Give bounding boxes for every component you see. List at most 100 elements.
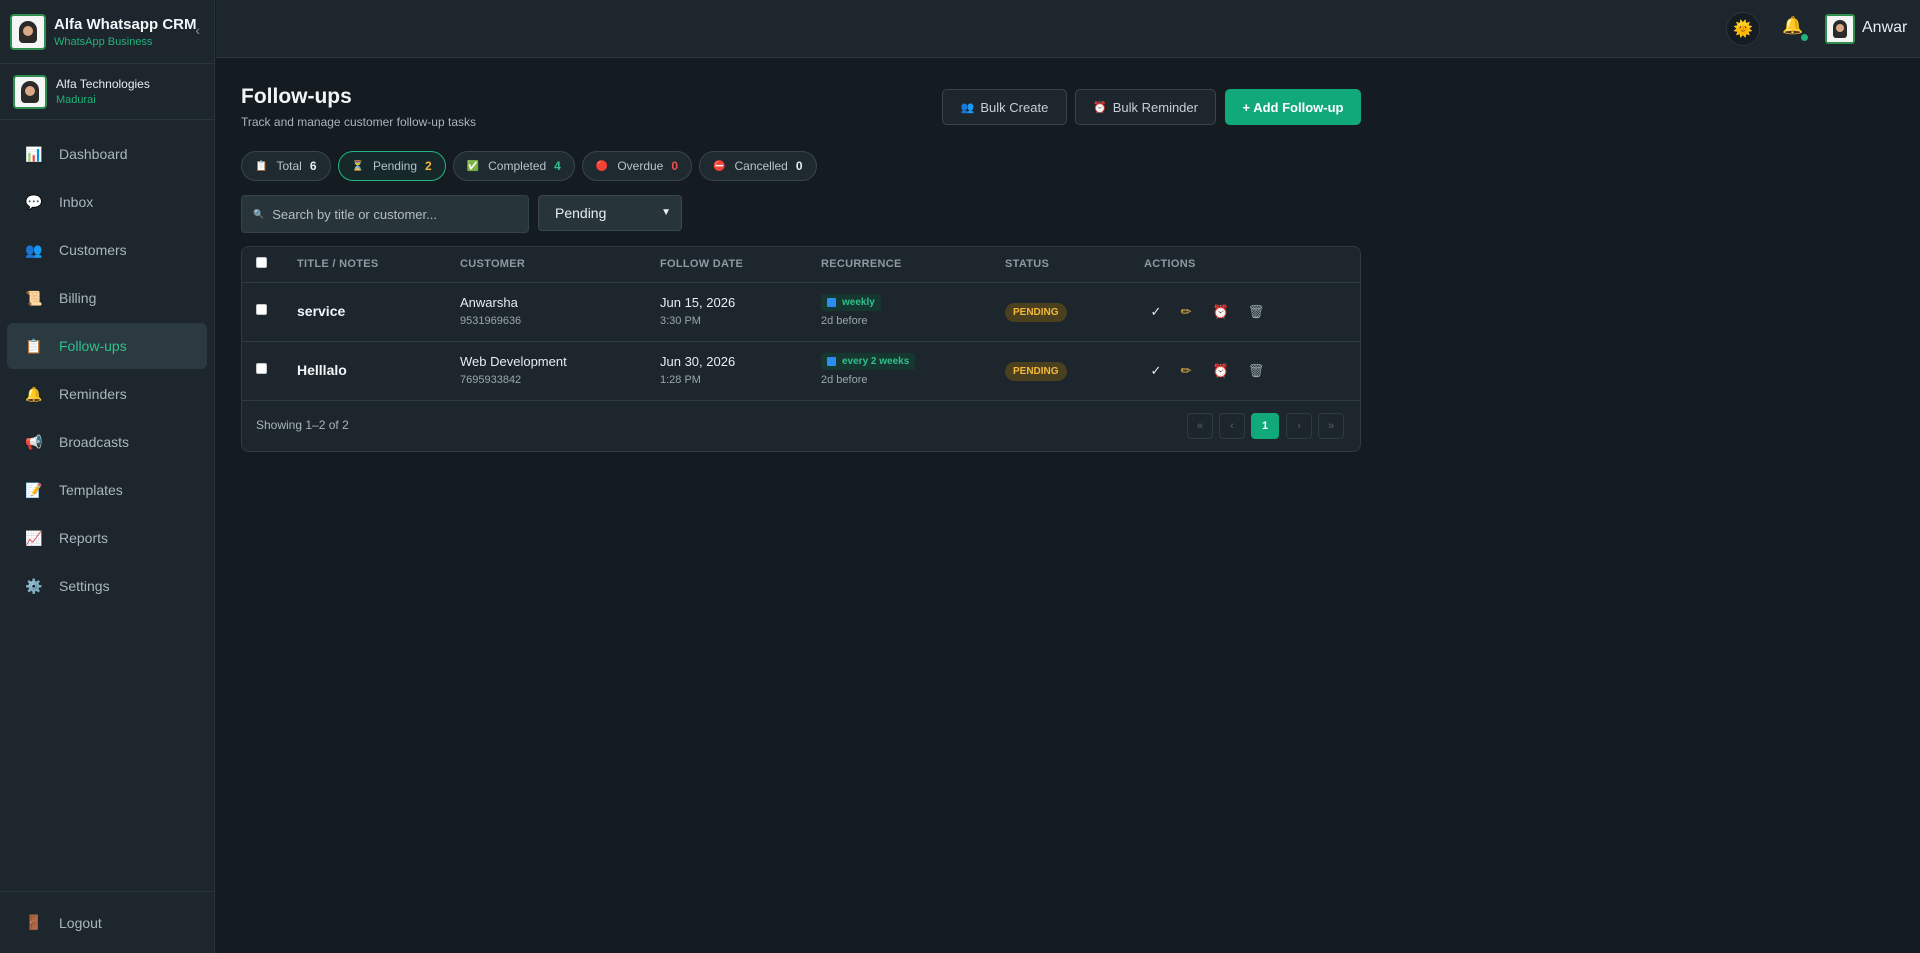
follow-ups-table: TITLE / NOTES CUSTOMER FOLLOW DATE RECUR… <box>241 246 1361 452</box>
recurrence-badge: weekly <box>821 294 881 311</box>
check-icon[interactable]: ✓ <box>1146 302 1166 322</box>
avatar[interactable] <box>1825 14 1855 44</box>
header-date: FOLLOW DATE <box>660 258 744 270</box>
add-follow-up-label: + Add Follow-up <box>1242 99 1344 115</box>
sidebar-item-settings[interactable]: ⚙️ Settings <box>7 563 207 609</box>
users-icon: 👥 <box>960 101 975 114</box>
add-follow-up-button[interactable]: + Add Follow-up <box>1225 89 1361 125</box>
org-logo <box>13 74 47 109</box>
table-row[interactable]: Helllalo Web Development 7695933842 Jun … <box>242 342 1360 401</box>
sidebar-item-label: Broadcasts <box>59 434 130 450</box>
sidebar-item-reports[interactable]: 📈 Reports <box>7 515 207 561</box>
row-checkbox[interactable] <box>256 363 267 374</box>
filter-completed[interactable]: ✅ Completed 4 <box>452 151 575 181</box>
notification-bell-icon[interactable]: 🔔 <box>1782 16 1803 36</box>
check-icon[interactable]: ✓ <box>1146 361 1166 381</box>
app-logo <box>10 13 46 50</box>
sidebar-item-dashboard[interactable]: 📊 Dashboard <box>7 131 207 177</box>
sun-icon: 🌞 <box>1733 21 1753 38</box>
gear-icon: ⚙️ <box>25 577 43 594</box>
filter-label: Completed <box>488 159 547 173</box>
pencil-icon[interactable]: ✏ <box>1176 361 1196 381</box>
filter-overdue[interactable]: 🔴 Overdue 0 <box>581 151 693 181</box>
theme-toggle-button[interactable]: 🌞 <box>1726 12 1760 46</box>
status-badge: PENDING <box>1005 362 1067 381</box>
alarm-clock-icon[interactable]: ⏰ <box>1211 302 1231 322</box>
sidebar-item-inbox[interactable]: 💬 Inbox <box>7 179 207 225</box>
row-title[interactable]: service <box>297 303 345 319</box>
app-title: Alfa Whatsapp CRM <box>54 15 197 33</box>
megaphone-icon: 📢 <box>25 433 43 450</box>
filter-label: Cancelled <box>734 159 788 173</box>
chart-up-icon: 📈 <box>25 529 43 546</box>
filter-label: Overdue <box>617 159 664 173</box>
header-recurrence: RECURRENCE <box>821 258 902 270</box>
filter-label: Pending <box>372 159 417 173</box>
filter-count: 6 <box>309 159 317 173</box>
app-subtitle: WhatsApp Business <box>54 35 153 48</box>
pencil-icon[interactable]: ✏ <box>1176 302 1196 322</box>
status-filter-pills: 📋 Total 6 ⏳ Pending 2 ✅ Completed 4 🔴 Ov… <box>241 151 824 181</box>
row-date: Jun 30, 2026 <box>660 354 736 369</box>
alarm-clock-icon: ⏰ <box>1093 101 1107 114</box>
row-title[interactable]: Helllalo <box>297 362 347 378</box>
sidebar-item-broadcasts[interactable]: 📢 Broadcasts <box>7 419 207 465</box>
org-location: Madurai <box>56 94 96 106</box>
row-phone: 9531969636 <box>460 315 522 327</box>
bulk-create-button[interactable]: 👥 Bulk Create <box>942 89 1067 125</box>
hourglass-icon: ⏳ <box>351 160 364 172</box>
table-header: TITLE / NOTES CUSTOMER FOLLOW DATE RECUR… <box>242 247 1360 283</box>
row-time: 1:28 PM <box>660 374 701 386</box>
page-button-1[interactable]: 1 <box>1251 413 1279 439</box>
sidebar-item-follow-ups[interactable]: 📋 Follow-ups <box>7 323 207 369</box>
row-customer: Web Development <box>460 354 567 369</box>
chevron-left-icon[interactable]: ‹ <box>195 22 200 38</box>
chevron-down-icon: ▼ <box>661 207 671 218</box>
sidebar-item-reminders[interactable]: 🔔 Reminders <box>7 371 207 417</box>
header-title: TITLE / NOTES <box>297 258 379 270</box>
filter-pending[interactable]: ⏳ Pending 2 <box>337 151 446 181</box>
recurrence-label: weekly <box>842 297 875 308</box>
select-all-checkbox[interactable] <box>256 257 267 268</box>
row-date: Jun 15, 2026 <box>660 295 736 310</box>
status-select-value: Pending <box>555 205 607 221</box>
bulk-reminder-button[interactable]: ⏰ Bulk Reminder <box>1075 89 1216 125</box>
alarm-clock-icon[interactable]: ⏰ <box>1211 361 1231 381</box>
user-name[interactable]: Anwar <box>1862 19 1907 37</box>
message-icon: 💬 <box>25 193 43 210</box>
clipboard-icon: 📋 <box>255 160 268 172</box>
bulk-create-label: Bulk Create <box>980 99 1049 115</box>
logout-label: Logout <box>59 914 102 931</box>
first-page-button[interactable]: « <box>1187 413 1213 439</box>
prev-page-button[interactable]: ‹ <box>1219 413 1245 439</box>
table-footer: Showing 1–2 of 2 « ‹ 1 › » <box>242 401 1360 451</box>
trash-icon[interactable]: 🗑 <box>1246 361 1266 381</box>
no-entry-icon: ⛔ <box>713 160 726 172</box>
red-circle-icon: 🔴 <box>595 160 609 172</box>
recurrence-label: every 2 weeks <box>842 356 910 367</box>
sidebar-item-billing[interactable]: 📜 Billing <box>7 275 207 321</box>
last-page-button[interactable]: » <box>1318 413 1344 439</box>
filter-count: 4 <box>554 159 561 173</box>
status-select[interactable]: Pending ▼ <box>538 195 682 231</box>
logout-button[interactable]: 🚪 Logout <box>0 891 215 953</box>
brand-header: Alfa Whatsapp CRM WhatsApp Business ‹ <box>0 0 214 64</box>
filter-total[interactable]: 📋 Total 6 <box>241 151 331 181</box>
sidebar-item-customers[interactable]: 👥 Customers <box>7 227 207 273</box>
next-page-button[interactable]: › <box>1286 413 1312 439</box>
status-badge: PENDING <box>1005 303 1067 322</box>
search-icon: 🔍 <box>253 208 265 219</box>
trash-icon[interactable]: 🗑 <box>1246 302 1266 322</box>
clipboard-icon: 📋 <box>25 337 43 354</box>
sidebar-item-templates[interactable]: 📝 Templates <box>7 467 207 513</box>
filter-cancelled[interactable]: ⛔ Cancelled 0 <box>699 151 817 181</box>
row-before: 2d before <box>821 315 868 327</box>
org-switcher[interactable]: Alfa Technologies Madurai <box>0 64 214 120</box>
check-box-icon: ✅ <box>466 160 480 172</box>
header-actions: ACTIONS <box>1144 258 1196 270</box>
bar-chart-icon: 📊 <box>25 145 43 162</box>
table-row[interactable]: service Anwarsha 9531969636 Jun 15, 2026… <box>242 283 1360 342</box>
row-checkbox[interactable] <box>256 304 267 315</box>
search-input[interactable] <box>272 206 513 222</box>
sidebar-item-label: Reports <box>59 530 109 546</box>
